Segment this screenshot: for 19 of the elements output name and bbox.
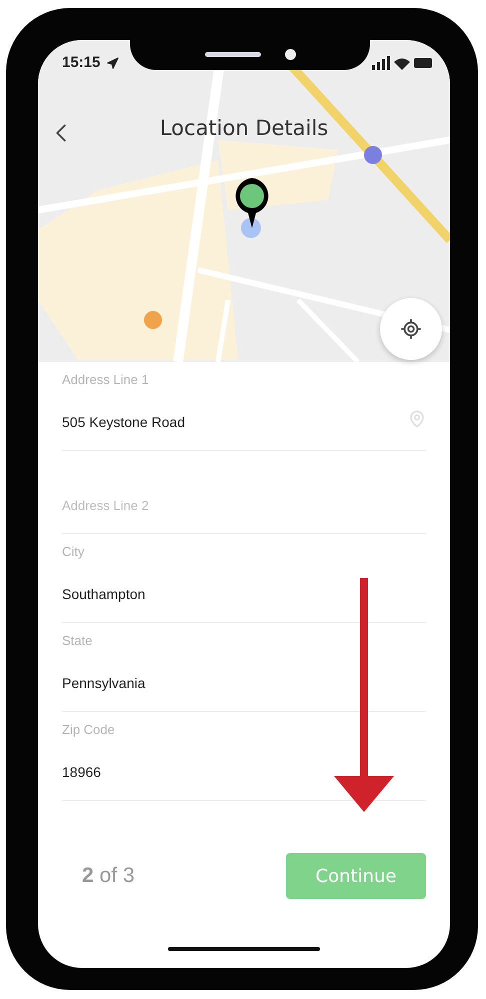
camera-icon [284,48,296,60]
input-field[interactable]: Address Line 2 [62,495,362,515]
step-counter: 2 of 3 [82,864,135,888]
speaker-icon [204,52,260,56]
status-time: 15:15 [62,54,100,71]
wifi-icon [394,56,410,70]
input-field[interactable]: 18966 [62,762,362,782]
locate-icon [400,318,422,340]
input-field[interactable]: Southampton [62,584,362,604]
field-label: State [62,633,94,649]
field-label: Zip Code [62,722,116,738]
input-field[interactable]: 505 Keystone Road [62,412,362,432]
page-title: Location Details [158,116,330,140]
signal-icon [372,56,390,70]
field-label: City [62,544,86,560]
field-label: Address Line 1 [62,372,150,388]
input-field[interactable]: Pennsylvania [62,673,362,693]
location-arrow-icon [106,57,119,70]
battery-icon [414,58,432,68]
